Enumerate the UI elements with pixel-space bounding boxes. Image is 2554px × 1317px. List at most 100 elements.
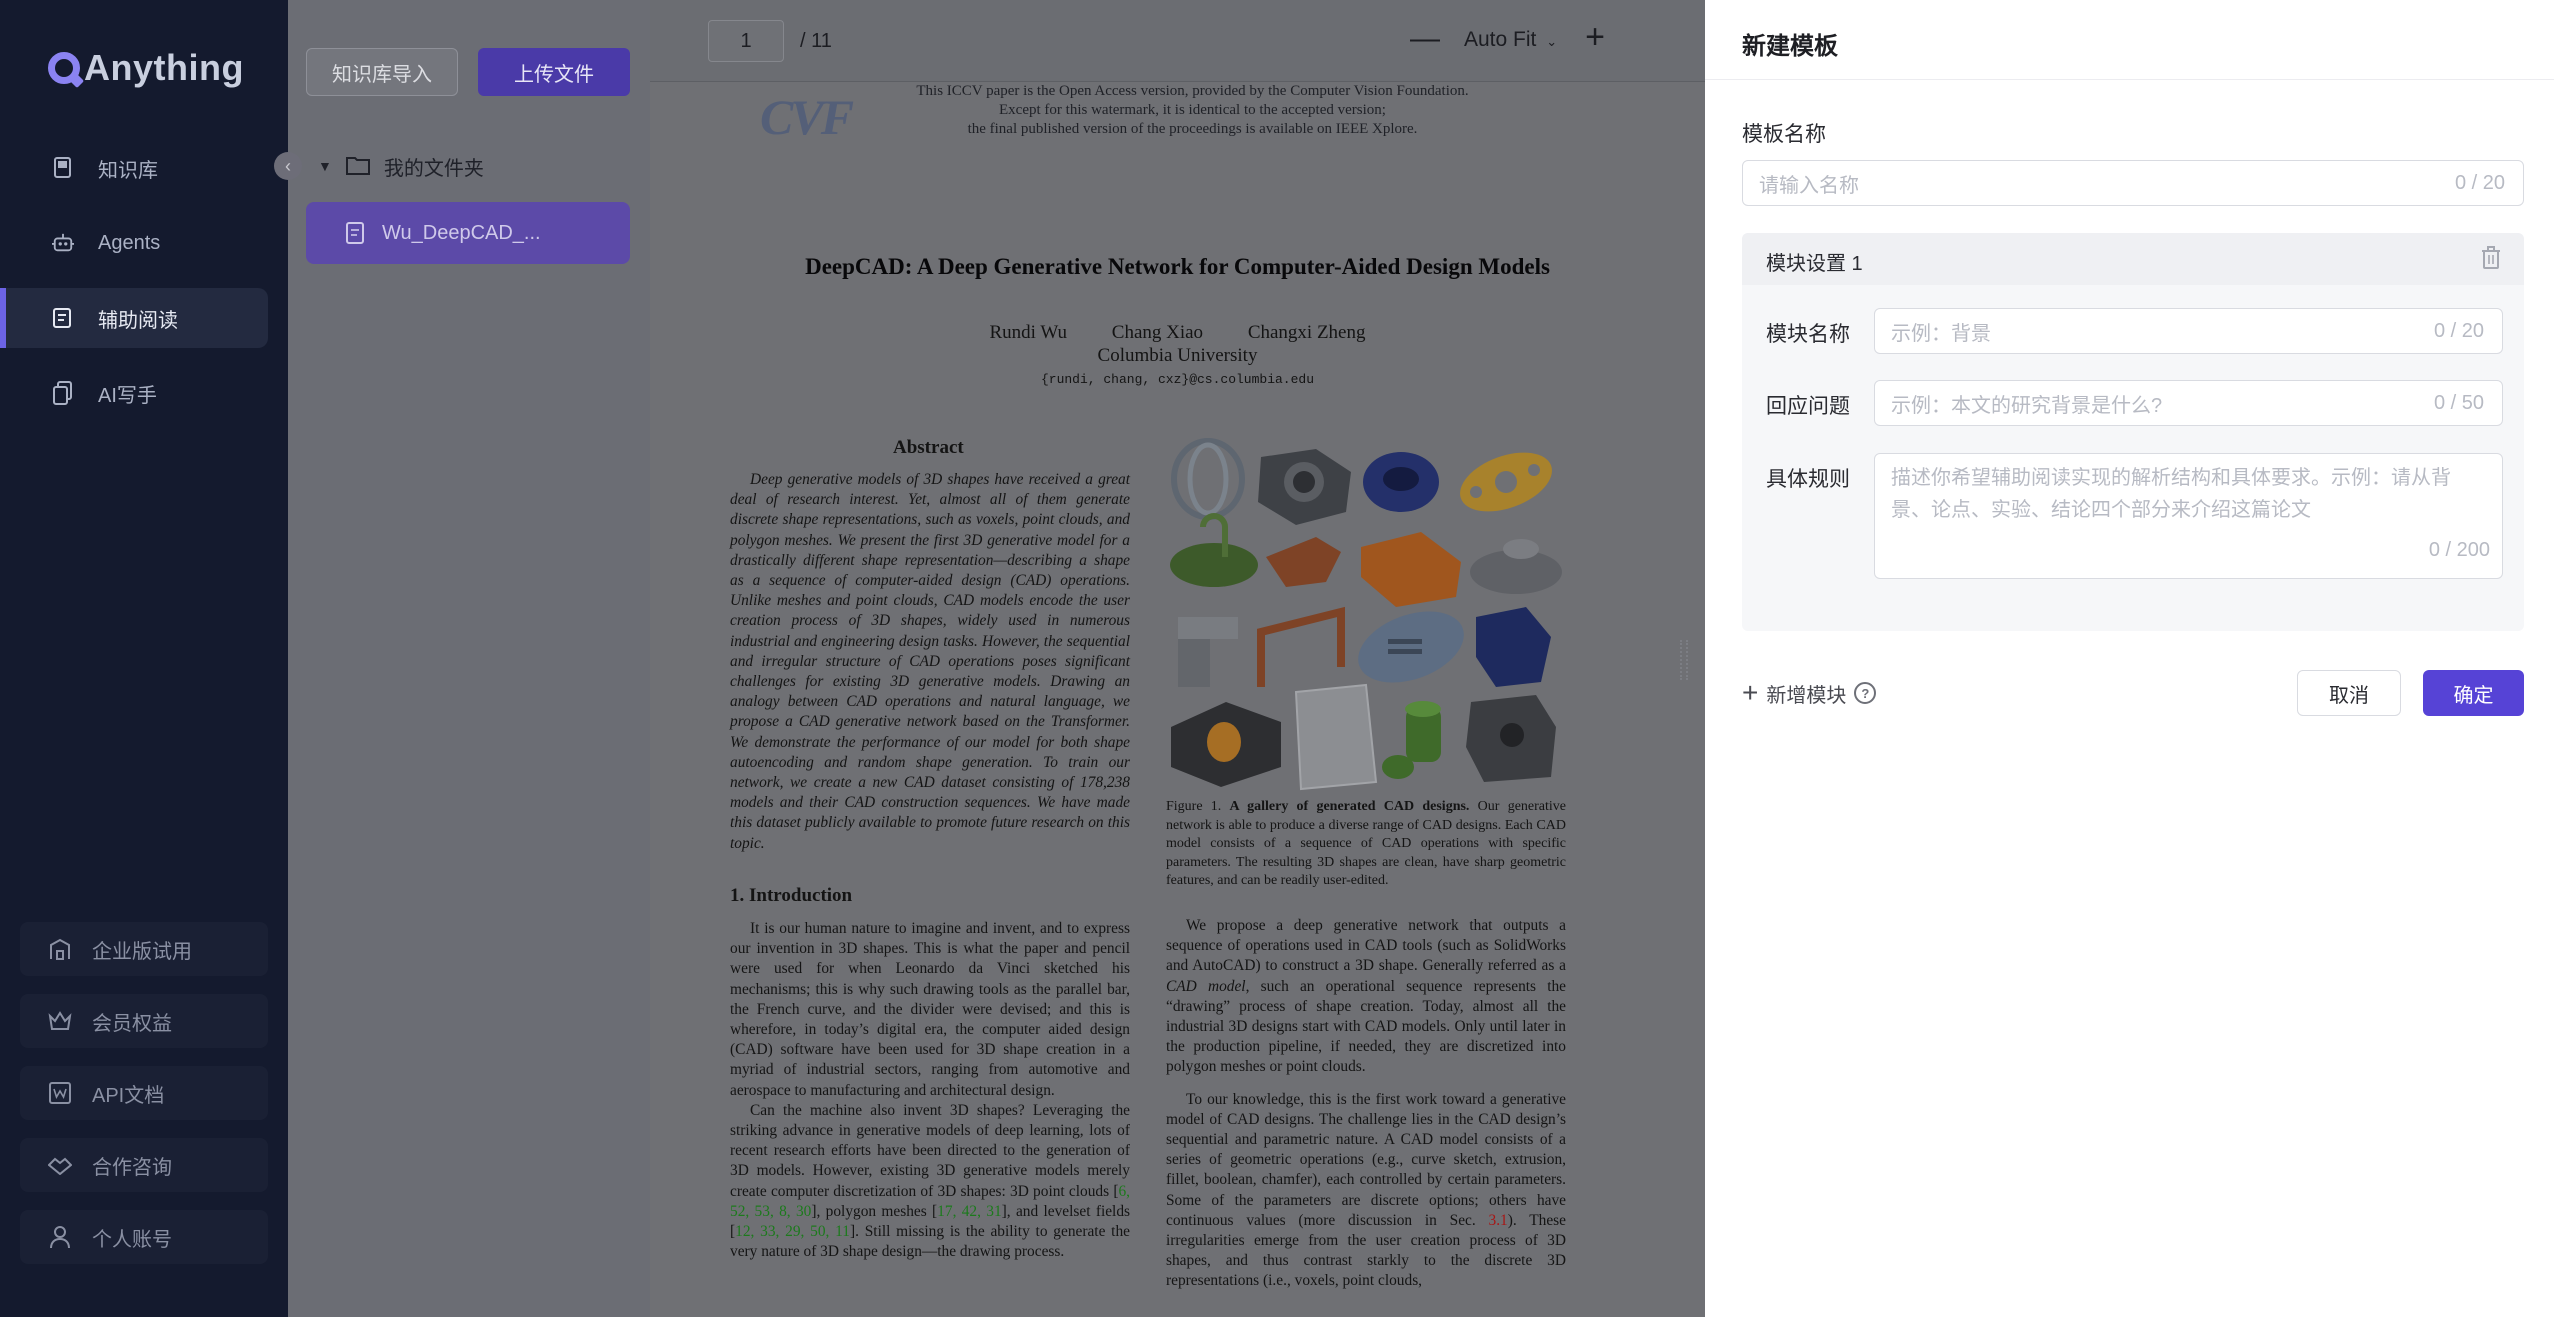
pdf-viewer: 1 / 11 — Auto Fit ⌄ + CVF This ICCV pape… — [650, 0, 1705, 1317]
knowledge-import-button[interactable]: 知识库导入 — [306, 48, 458, 96]
module-name-placeholder: 示例：背景 — [1891, 322, 1991, 345]
upload-file-button[interactable]: 上传文件 — [478, 48, 630, 96]
text-run-emphasis: CAD model — [1166, 977, 1246, 995]
api-doc-icon — [48, 1081, 72, 1105]
folder-icon — [345, 155, 370, 177]
section-link[interactable]: 3.1 — [1489, 1212, 1508, 1229]
cad-model-brown-bracket — [1266, 537, 1341, 587]
right-column-text: We propose a deep generative network tha… — [1166, 916, 1566, 1292]
sidebar-item-enterprise-trial[interactable]: 企业版试用 — [20, 922, 268, 976]
sidebar-item-label: API文档 — [92, 1084, 165, 1107]
cad-model-dark-pipe-block — [1171, 702, 1281, 787]
text-run: ], polygon meshes [ — [811, 1202, 938, 1220]
question-count: 0 / 50 — [2433, 391, 2484, 414]
template-name-count: 0 / 20 — [2454, 171, 2505, 194]
file-panel: 知识库导入 上传文件 ▼ 我的文件夹 Wu_DeepCAD_... — [288, 0, 650, 1317]
sidebar-item-label: 辅助阅读 — [98, 309, 178, 332]
handshake-icon — [48, 1153, 72, 1177]
author: Rundi Wu — [989, 322, 1068, 343]
cad-model-rings — [1171, 438, 1245, 520]
rules-placeholder: 描述你希望辅助阅读实现的解析结构和具体要求。示例：请从背景、论点、实验、结论四个… — [1891, 467, 2451, 521]
abstract-text: Deep generative models of 3D shapes have… — [730, 471, 1130, 852]
folder-my-files[interactable]: ▼ 我的文件夹 — [318, 150, 484, 182]
sidebar-item-label: AI写手 — [98, 384, 157, 407]
page-number-input[interactable]: 1 — [708, 20, 784, 62]
sidebar-item-agents[interactable]: Agents — [0, 213, 268, 273]
chevron-down-icon: ⌄ — [1546, 34, 1558, 49]
add-module-button[interactable]: + 新增模块 ? — [1742, 677, 1877, 709]
watermark-line: Except for this watermark, it is identic… — [999, 102, 1386, 118]
sidebar-item-partnership[interactable]: 合作咨询 — [20, 1138, 268, 1192]
sidebar-item-knowledge-base[interactable]: 知识库 — [0, 138, 268, 198]
template-name-input[interactable]: 请输入名称 0 / 20 — [1742, 160, 2524, 206]
rules-textarea[interactable]: 描述你希望辅助阅读实现的解析结构和具体要求。示例：请从背景、论点、实验、结论四个… — [1874, 453, 2503, 579]
sidebar-item-membership[interactable]: 会员权益 — [20, 994, 268, 1048]
caret-down-icon[interactable]: ▼ — [318, 158, 332, 174]
file-item[interactable]: Wu_DeepCAD_... — [306, 202, 630, 264]
figure-caption: Figure 1. A gallery of generated CAD des… — [1166, 798, 1566, 891]
sidebar-item-api-docs[interactable]: API文档 — [20, 1066, 268, 1120]
reader-icon — [52, 307, 74, 329]
cad-model-plate — [1294, 683, 1378, 791]
cad-model-nut — [1258, 449, 1351, 525]
sidebar-item-label: 个人账号 — [92, 1228, 172, 1251]
paragraph: To our knowledge, this is the first work… — [1166, 1090, 1566, 1292]
author: Changxi Zheng — [1247, 322, 1366, 343]
sidebar-item-label: 知识库 — [98, 159, 158, 182]
intro-heading: 1. Introduction — [730, 885, 853, 906]
logo-text: Anything — [84, 47, 244, 88]
collapse-sidebar-button[interactable]: ‹ — [274, 152, 302, 180]
document-copy-icon — [52, 381, 74, 405]
user-icon — [48, 1225, 72, 1249]
add-module-label: 新增模块 — [1766, 684, 1847, 707]
question-placeholder: 示例：本文的研究背景是什么? — [1891, 394, 2163, 417]
paragraph: We propose a deep generative network tha… — [1166, 916, 1566, 1078]
main-nav: 知识库 Agents 辅助阅读 AI写手 — [0, 138, 288, 438]
sidebar-item-label: 会员权益 — [92, 1012, 172, 1035]
file-icon — [346, 222, 364, 244]
question-input[interactable]: 示例：本文的研究背景是什么? 0 / 50 — [1874, 380, 2503, 426]
abstract-heading: Abstract — [893, 437, 964, 458]
sidebar-item-ai-writer[interactable]: AI写手 — [0, 363, 268, 423]
text-run: To our knowledge, this is the first work… — [1166, 1090, 1566, 1229]
sidebar-item-label: Agents — [98, 231, 161, 254]
delete-module-icon[interactable] — [2480, 246, 2504, 272]
cancel-button[interactable]: 取消 — [2297, 670, 2401, 716]
paragraph: Can the machine also invent 3D shapes? L… — [730, 1101, 1130, 1263]
watermark-line: This ICCV paper is the Open Access versi… — [916, 83, 1469, 99]
cad-model-gray-block — [1466, 695, 1556, 782]
logo-icon — [48, 52, 80, 84]
plus-icon: + — [1742, 677, 1759, 708]
citation-link[interactable]: 17, 42, 31 — [937, 1203, 1002, 1220]
template-name-placeholder: 请输入名称 — [1759, 174, 1859, 197]
sidebar-item-assisted-reading[interactable]: 辅助阅读 — [0, 288, 268, 348]
help-icon[interactable]: ? — [1854, 682, 1877, 704]
cad-model-orange-block — [1361, 532, 1461, 607]
sidebar-item-account[interactable]: 个人账号 — [20, 1210, 268, 1264]
module-name-input[interactable]: 示例：背景 0 / 20 — [1874, 308, 2503, 354]
paper-authors: Rundi Wu Chang Xiao Changxi Zheng — [650, 322, 1705, 344]
confirm-button[interactable]: 确定 — [2423, 670, 2524, 716]
robot-icon — [52, 232, 74, 254]
app-logo[interactable]: Anything — [48, 44, 244, 92]
watermark-text: This ICCV paper is the Open Access versi… — [650, 82, 1705, 139]
sidebar-item-label: 企业版试用 — [92, 940, 192, 963]
chevron-left-icon: ‹ — [285, 155, 291, 176]
zoom-select[interactable]: Auto Fit ⌄ — [1464, 28, 1557, 52]
drawer-title: 新建模板 — [1742, 33, 1838, 60]
resize-handle[interactable] — [1680, 640, 1688, 680]
caption-bold: A gallery of generated CAD designs. — [1229, 799, 1470, 814]
module-settings-card: 模块设置 1 模块名称 示例：背景 0 / 20 回应问题 示例：本文的研究背景… — [1742, 233, 2524, 631]
crown-icon — [48, 1009, 72, 1033]
paragraph: It is our human nature to imagine and in… — [730, 920, 1130, 1099]
cad-model-gray-bracket — [1178, 617, 1238, 687]
building-icon — [48, 937, 72, 961]
cad-model-green-disc — [1170, 513, 1258, 587]
intro-text: It is our human nature to imagine and in… — [730, 919, 1130, 1262]
zoom-in-button[interactable]: + — [1578, 20, 1612, 54]
zoom-out-button[interactable]: — — [1410, 24, 1440, 54]
citation-link[interactable]: 12, 33, 29, 50, 11 — [735, 1223, 850, 1240]
cad-model-gray-mound — [1470, 539, 1562, 594]
cad-model-gold-flange — [1460, 452, 1552, 512]
paper-emails: {rundi, chang, cxz}@cs.columbia.edu — [1040, 372, 1315, 387]
